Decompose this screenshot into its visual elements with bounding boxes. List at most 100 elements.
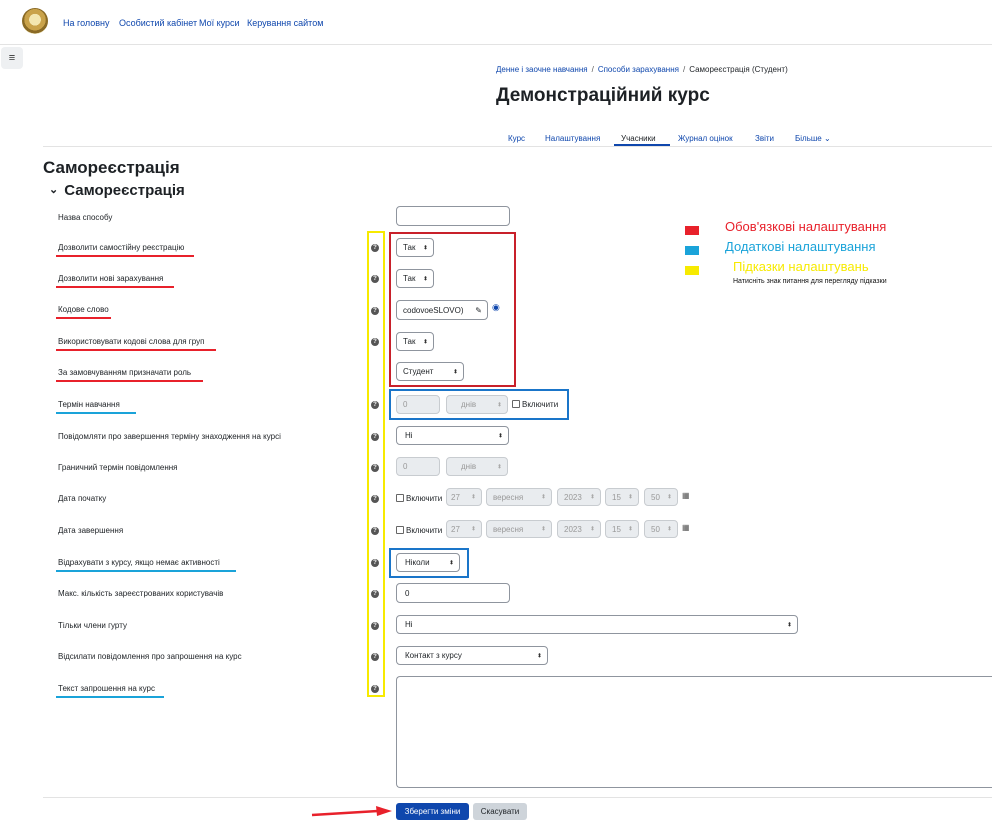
select-caret-icon: ⬍ xyxy=(627,526,633,533)
label-default-role: За замовчуванням призначати роль xyxy=(58,368,192,377)
page-heading: Самореєстрація xyxy=(43,158,180,177)
end-day-select[interactable]: 27 ⬍ xyxy=(446,520,482,538)
chevron-down-icon[interactable]: ⌄ xyxy=(49,183,58,196)
nav-home[interactable]: На головну xyxy=(63,18,110,28)
label-allow-new: Дозволити нові зарахування xyxy=(58,274,164,283)
label-welcome-text: Текст запрошення на курс xyxy=(58,684,156,693)
label-unenrol-inactive: Відрахувати з курсу, якщо немає активнос… xyxy=(58,558,220,567)
select-caret-icon: ⬍ xyxy=(786,622,792,628)
select-caret-icon: ⬍ xyxy=(496,464,502,470)
label-max-enrolled: Макс. кількість зареєстрованих користува… xyxy=(58,589,224,598)
section-heading-text: Самореєстрація xyxy=(64,182,185,199)
start-minute-select[interactable]: 50 ⬍ xyxy=(644,488,678,506)
end-year-select[interactable]: 2023 ⬍ xyxy=(557,520,601,538)
required-highlight-box xyxy=(389,232,516,387)
select-caret-icon: ⬍ xyxy=(627,494,633,501)
select-caret-icon: ⬍ xyxy=(589,494,595,501)
legend-optional-swatch xyxy=(685,246,699,255)
required-underline xyxy=(56,286,174,288)
tab-settings[interactable]: Налаштування xyxy=(545,134,600,143)
optional-highlight-box xyxy=(389,389,569,420)
label-cohort-only: Тільки члени гурту xyxy=(58,621,127,630)
legend-hints-swatch xyxy=(685,266,699,275)
select-caret-icon: ⬍ xyxy=(666,494,672,501)
start-month-select[interactable]: вересня ⬍ xyxy=(486,488,552,506)
select-caret-icon: ⬍ xyxy=(497,433,503,439)
select-caret-icon: ⬍ xyxy=(470,526,476,533)
label-start-date: Дата початку xyxy=(58,494,107,503)
select-caret-icon: ⬍ xyxy=(589,526,595,533)
label-group-key: Використовувати кодові слова для груп xyxy=(58,337,205,346)
required-underline xyxy=(56,317,111,319)
checkbox-icon[interactable] xyxy=(396,526,404,534)
legend-required-text: Обов'язкові налаштування xyxy=(725,219,887,234)
legend-optional-text: Додаткові налаштування xyxy=(725,239,876,254)
welcome-text-area[interactable] xyxy=(396,676,992,788)
start-date-enable-checkbox[interactable]: Включити xyxy=(396,494,442,503)
legend-hints-note: Натисніть знак питання для перегляду під… xyxy=(733,278,887,285)
nav-site-admin[interactable]: Керування сайтом xyxy=(247,18,323,28)
label-end-date: Дата завершення xyxy=(58,526,124,535)
top-navbar: На головну Особистий кабінет Мої курси К… xyxy=(0,0,992,45)
site-logo-icon[interactable] xyxy=(22,8,48,34)
end-hour-select[interactable]: 15 ⬍ xyxy=(605,520,639,538)
nav-dashboard[interactable]: Особистий кабінет xyxy=(119,18,197,28)
hints-highlight-box xyxy=(367,231,385,697)
select-caret-icon: ⬍ xyxy=(536,653,542,659)
optional-underline xyxy=(56,412,136,414)
select-caret-icon: ⬍ xyxy=(540,494,546,501)
label-method-name: Назва способу xyxy=(58,213,113,222)
optional-highlight-box xyxy=(389,548,469,578)
breadcrumb-current: Самореєстрація (Студент) xyxy=(689,65,788,74)
course-title: Демонстраційний курс xyxy=(496,85,710,106)
tab-course[interactable]: Курс xyxy=(508,134,525,143)
end-minute-select[interactable]: 50 ⬍ xyxy=(644,520,678,538)
select-caret-icon: ⬍ xyxy=(666,526,672,533)
end-month-select[interactable]: вересня ⬍ xyxy=(486,520,552,538)
required-underline xyxy=(56,380,203,382)
label-send-welcome: Відсилати повідомлення про запрошення на… xyxy=(58,652,242,661)
method-name-input[interactable] xyxy=(396,206,510,226)
label-allow-self: Дозволити самостійну реєстрацію xyxy=(58,243,185,252)
tab-more[interactable]: Більше ⌄ xyxy=(795,134,831,143)
arrow-icon xyxy=(311,806,392,817)
legend-hints-text: Підказки налаштувань xyxy=(733,259,869,274)
form-footer-divider xyxy=(43,797,992,798)
threshold-unit-select[interactable]: днів ⬍ xyxy=(446,457,508,476)
section-heading[interactable]: ⌄ Самореєстрація xyxy=(49,182,185,199)
tab-participants[interactable]: Учасники xyxy=(621,134,656,143)
calendar-icon[interactable]: ▦ xyxy=(682,523,690,532)
cancel-button[interactable]: Скасувати xyxy=(473,803,527,820)
label-threshold: Граничний термін повідомлення xyxy=(58,463,178,472)
tab-gradebook[interactable]: Журнал оцінок xyxy=(678,134,733,143)
optional-underline xyxy=(56,570,236,572)
checkbox-icon[interactable] xyxy=(396,494,404,502)
start-hour-select[interactable]: 15 ⬍ xyxy=(605,488,639,506)
breadcrumb: Денне і заочне навчання / Способи зарахува… xyxy=(496,65,788,74)
required-underline xyxy=(56,349,216,351)
header-divider xyxy=(43,146,992,147)
optional-underline xyxy=(56,696,164,698)
save-button[interactable]: Зберегти зміни xyxy=(396,803,469,820)
select-caret-icon: ⬍ xyxy=(540,526,546,533)
label-duration: Термін навчання xyxy=(58,400,120,409)
end-date-enable-checkbox[interactable]: Включити xyxy=(396,526,442,535)
label-key: Кодове слово xyxy=(58,305,109,314)
send-welcome-select[interactable]: Контакт з курсу ⬍ xyxy=(396,646,548,665)
required-underline xyxy=(56,255,194,257)
notify-expiry-select[interactable]: Ні ⬍ xyxy=(396,426,509,445)
cohort-only-select[interactable]: Ні ⬍ xyxy=(396,615,798,634)
max-enrolled-input[interactable]: 0 xyxy=(396,583,510,603)
breadcrumb-enrol-methods[interactable]: Способи зарахування xyxy=(598,65,679,74)
legend-required-swatch xyxy=(685,226,699,235)
start-day-select[interactable]: 27 ⬍ xyxy=(446,488,482,506)
calendar-icon[interactable]: ▦ xyxy=(682,491,690,500)
tab-reports[interactable]: Звіти xyxy=(755,134,774,143)
select-caret-icon: ⬍ xyxy=(470,494,476,501)
threshold-number-input[interactable]: 0 xyxy=(396,457,440,476)
start-year-select[interactable]: 2023 ⬍ xyxy=(557,488,601,506)
label-notify-expiry: Повідомляти про завершення терміну знахо… xyxy=(58,432,281,441)
drawer-menu-icon[interactable]: ≡ xyxy=(1,47,23,69)
nav-my-courses[interactable]: Мої курси xyxy=(199,18,240,28)
breadcrumb-category[interactable]: Денне і заочне навчання xyxy=(496,65,588,74)
